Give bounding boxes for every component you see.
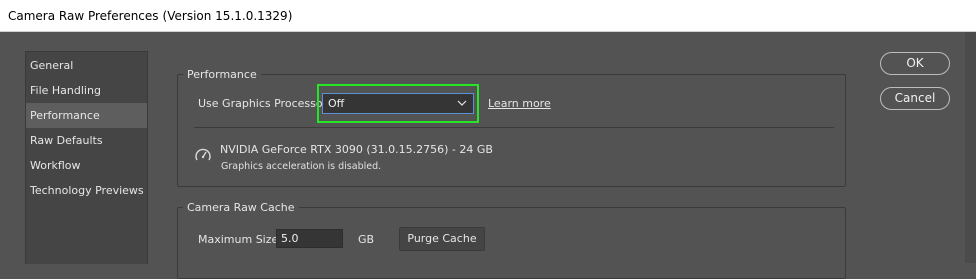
sidebar-item-general[interactable]: General [26,53,147,78]
learn-more-link[interactable]: Learn more [488,97,551,110]
gpu-status: Graphics acceleration is disabled. [221,161,382,172]
window-title: Camera Raw Preferences (Version 15.1.0.13… [8,9,293,23]
sidebar-item-workflow[interactable]: Workflow [26,153,147,178]
gpu-name: NVIDIA GeForce RTX 3090 (31.0.15.2756) -… [220,143,493,156]
speedometer-icon [194,147,212,166]
sidebar-item-technology-previews[interactable]: Technology Previews [26,178,147,203]
max-size-input[interactable]: 5.0 [276,229,343,248]
sidebar-item-file-handling[interactable]: File Handling [26,78,147,103]
size-unit: GB [358,233,375,246]
divider [194,127,834,128]
gpu-select[interactable]: Off [322,93,474,114]
cache-group-title: Camera Raw Cache [183,201,299,214]
window-edge [965,32,976,263]
max-size-label: Maximum Size: [198,233,282,246]
cancel-button[interactable]: Cancel [880,87,950,110]
gpu-label: Use Graphics Processor: [198,97,331,110]
performance-group-title: Performance [183,68,261,81]
title-bar: Camera Raw Preferences (Version 15.1.0.13… [0,0,976,32]
chevron-down-icon [457,97,467,112]
gpu-select-value: Off [328,97,345,110]
preferences-sidebar: General File Handling Performance Raw De… [25,51,148,264]
ok-button[interactable]: OK [880,52,950,75]
purge-cache-button[interactable]: Purge Cache [399,227,485,251]
sidebar-item-raw-defaults[interactable]: Raw Defaults [26,128,147,153]
sidebar-item-performance[interactable]: Performance [26,103,147,128]
